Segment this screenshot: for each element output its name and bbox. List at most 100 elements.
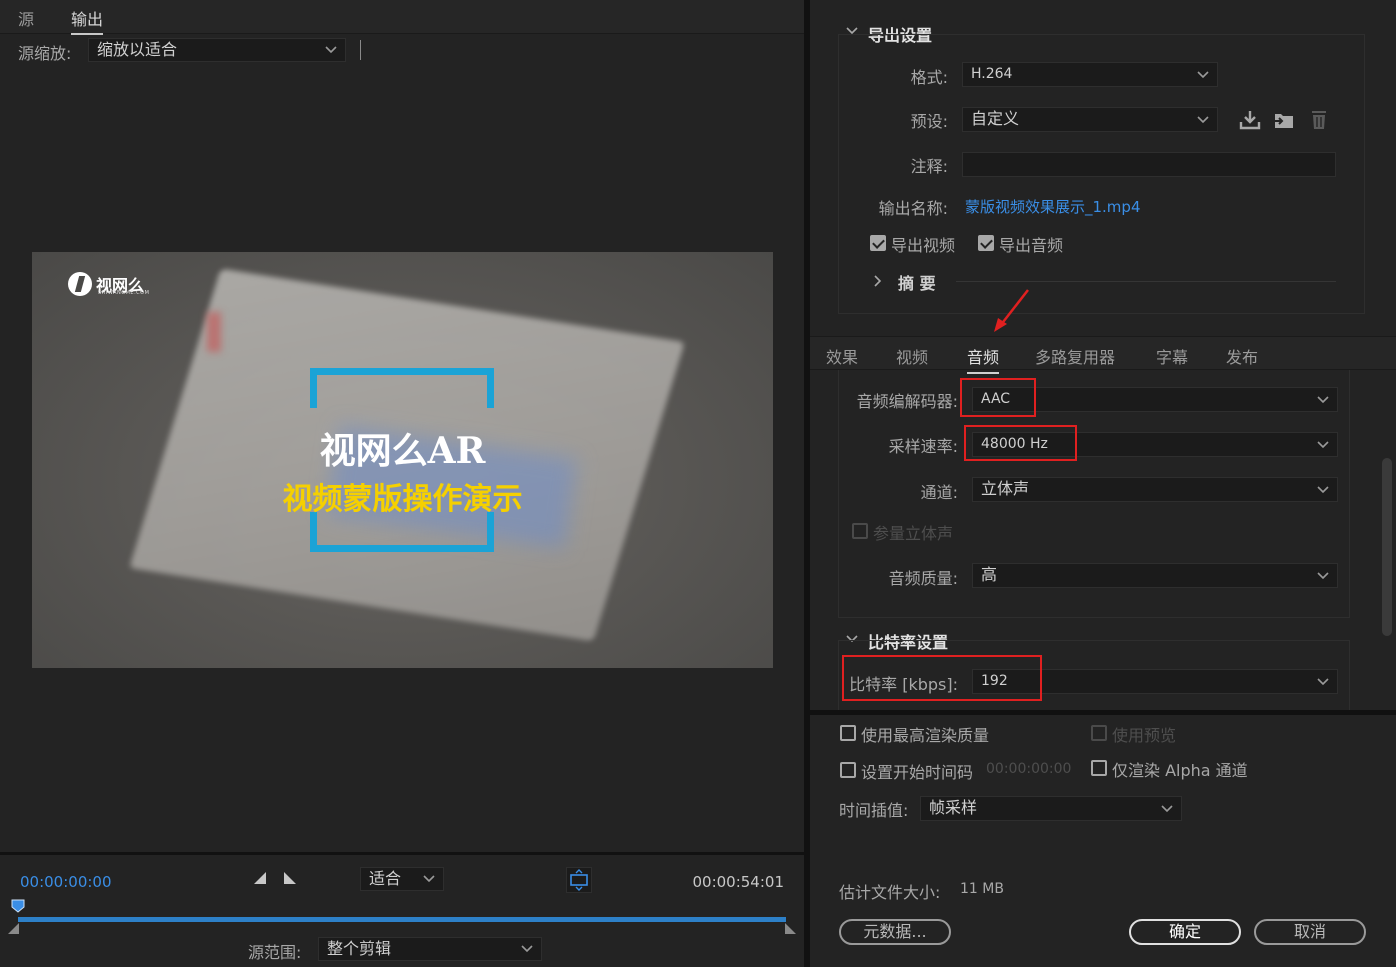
tab-source[interactable]: 源 bbox=[18, 6, 34, 30]
settings-tabs: 效果 视频 音频 多路复用器 字幕 发布 bbox=[810, 336, 1396, 374]
channels-dropdown[interactable]: 立体声 bbox=[972, 477, 1338, 502]
start-timecode[interactable]: 00:00:00:00 bbox=[20, 873, 112, 891]
use-preview-label: 使用预览 bbox=[1112, 726, 1177, 745]
end-timecode: 00:00:54:01 bbox=[692, 873, 784, 891]
chevron-down-icon bbox=[1317, 677, 1329, 685]
out-point-handle-icon[interactable] bbox=[784, 923, 796, 935]
sample-rate-label: 采样速率: bbox=[888, 437, 958, 456]
preset-label: 预设: bbox=[910, 112, 948, 131]
chevron-down-icon bbox=[1197, 70, 1209, 78]
estimated-size-label: 估计文件大小: bbox=[839, 883, 941, 902]
use-preview-checkbox[interactable] bbox=[1091, 725, 1107, 741]
tab-video[interactable]: 视频 bbox=[896, 344, 928, 368]
output-name-label: 输出名称: bbox=[878, 199, 948, 218]
source-scale-label: 源缩放: bbox=[18, 44, 72, 63]
preview-title: 视网么AR bbox=[319, 430, 486, 472]
aspect-toggle-button[interactable] bbox=[566, 867, 592, 893]
summary-label[interactable]: 摘 要 bbox=[898, 270, 936, 294]
estimated-size-value: 11 MB bbox=[960, 881, 1004, 897]
source-scale-row: 源缩放: 缩放以适合 bbox=[0, 36, 804, 66]
audio-quality-dropdown[interactable]: 高 bbox=[972, 563, 1338, 588]
preset-value: 自定义 bbox=[971, 109, 1020, 128]
format-value: H.264 bbox=[971, 66, 1013, 82]
audio-quality-value: 高 bbox=[981, 565, 998, 584]
section-divider bbox=[810, 710, 1396, 715]
tab-multiplexer[interactable]: 多路复用器 bbox=[1035, 344, 1115, 368]
chevron-down-icon bbox=[1317, 571, 1329, 579]
delete-preset-icon[interactable] bbox=[1307, 108, 1331, 132]
export-audio-checkbox[interactable] bbox=[978, 235, 994, 251]
time-interpolation-label: 时间插值: bbox=[839, 801, 909, 820]
source-panel: 源 输出 源缩放: 缩放以适合 视网么 SHIWANGME.COM 视网么AR … bbox=[0, 0, 804, 967]
source-scale-dropdown[interactable]: 缩放以适合 bbox=[88, 38, 346, 62]
timeline-controls: 00:00:00:00 适合 00:00:54:01 源范围: 整个剪辑 bbox=[0, 852, 804, 967]
cancel-button[interactable]: 取消 bbox=[1254, 919, 1366, 945]
highlight-sample-rate bbox=[964, 425, 1077, 461]
source-scale-value: 缩放以适合 bbox=[97, 40, 178, 59]
export-audio-label: 导出音频 bbox=[999, 236, 1064, 255]
tab-output[interactable]: 输出 bbox=[71, 6, 104, 35]
tab-publish[interactable]: 发布 bbox=[1226, 344, 1258, 368]
ok-button[interactable]: 确定 bbox=[1129, 919, 1241, 945]
mark-in-icon[interactable] bbox=[253, 871, 267, 885]
video-preview: 视网么 SHIWANGME.COM 视网么AR 视频蒙版操作演示 bbox=[32, 252, 773, 668]
chevron-down-icon bbox=[521, 945, 533, 953]
frame-bracket-bottom bbox=[310, 512, 494, 552]
audio-codec-label: 音频编解码器: bbox=[856, 392, 958, 411]
output-name-link[interactable]: 蒙版视频效果展示_1.mp4 bbox=[965, 196, 1141, 217]
parametric-stereo-checkbox[interactable] bbox=[852, 523, 868, 539]
export-settings-panel: 导出设置 格式: H.264 预设: 自定义 注释: 输出名称: 蒙版视频效果展… bbox=[810, 0, 1396, 967]
start-timecode-value: 00:00:00:00 bbox=[986, 761, 1072, 777]
render-alpha-checkbox[interactable] bbox=[1091, 760, 1107, 776]
max-render-quality-checkbox[interactable] bbox=[840, 725, 856, 741]
blurred-book-detail bbox=[207, 312, 221, 352]
tab-effects[interactable]: 效果 bbox=[826, 344, 858, 368]
preview-subtitle: 视频蒙版操作演示 bbox=[282, 482, 523, 517]
time-interpolation-dropdown[interactable]: 帧采样 bbox=[920, 796, 1182, 821]
highlight-codec bbox=[960, 378, 1036, 417]
settings-scrollbar[interactable] bbox=[1382, 458, 1392, 636]
frame-bracket-top bbox=[310, 368, 494, 408]
save-preset-icon[interactable] bbox=[1238, 108, 1262, 132]
playhead-icon[interactable] bbox=[11, 899, 25, 913]
format-dropdown[interactable]: H.264 bbox=[962, 62, 1218, 87]
timeline-track[interactable] bbox=[18, 917, 786, 922]
metadata-button[interactable]: 元数据... bbox=[839, 919, 951, 945]
separator bbox=[360, 40, 361, 60]
fit-dropdown[interactable]: 适合 bbox=[360, 867, 444, 891]
source-range-label: 源范围: bbox=[248, 943, 302, 962]
time-interpolation-value: 帧采样 bbox=[929, 798, 978, 817]
tab-captions[interactable]: 字幕 bbox=[1156, 344, 1188, 368]
tab-audio[interactable]: 音频 bbox=[967, 344, 1000, 374]
render-alpha-label: 仅渲染 Alpha 通道 bbox=[1112, 761, 1248, 780]
audio-quality-label: 音频质量: bbox=[888, 569, 958, 588]
comment-input[interactable] bbox=[962, 152, 1336, 177]
logo-mark-icon bbox=[68, 272, 92, 296]
chevron-down-icon bbox=[1317, 395, 1329, 403]
set-start-timecode-label: 设置开始时间码 bbox=[861, 763, 974, 782]
import-preset-icon[interactable] bbox=[1272, 108, 1296, 132]
mark-out-icon[interactable] bbox=[283, 871, 297, 885]
summary-divider bbox=[956, 281, 1336, 282]
channels-label: 通道: bbox=[920, 483, 958, 502]
chevron-down-icon bbox=[1317, 485, 1329, 493]
export-video-label: 导出视频 bbox=[891, 236, 956, 255]
max-render-quality-label: 使用最高渲染质量 bbox=[861, 726, 990, 745]
chevron-down-icon bbox=[423, 875, 435, 883]
chevron-down-icon bbox=[1161, 804, 1173, 812]
preset-dropdown[interactable]: 自定义 bbox=[962, 107, 1218, 132]
aspect-ratio-icon bbox=[570, 869, 588, 891]
chevron-down-icon bbox=[325, 46, 337, 54]
format-label: 格式: bbox=[910, 68, 948, 87]
channels-value: 立体声 bbox=[981, 479, 1030, 498]
source-range-dropdown[interactable]: 整个剪辑 bbox=[318, 937, 542, 961]
chevron-right-icon[interactable] bbox=[874, 275, 882, 287]
chevron-down-icon bbox=[1197, 115, 1209, 123]
highlight-bitrate bbox=[842, 655, 1042, 701]
fit-value: 适合 bbox=[369, 869, 402, 888]
chevron-down-icon bbox=[1317, 440, 1329, 448]
in-point-handle-icon[interactable] bbox=[8, 923, 20, 935]
set-start-timecode-checkbox[interactable] bbox=[840, 762, 856, 778]
logo-subtext: SHIWANGME.COM bbox=[98, 290, 150, 296]
export-video-checkbox[interactable] bbox=[870, 235, 886, 251]
